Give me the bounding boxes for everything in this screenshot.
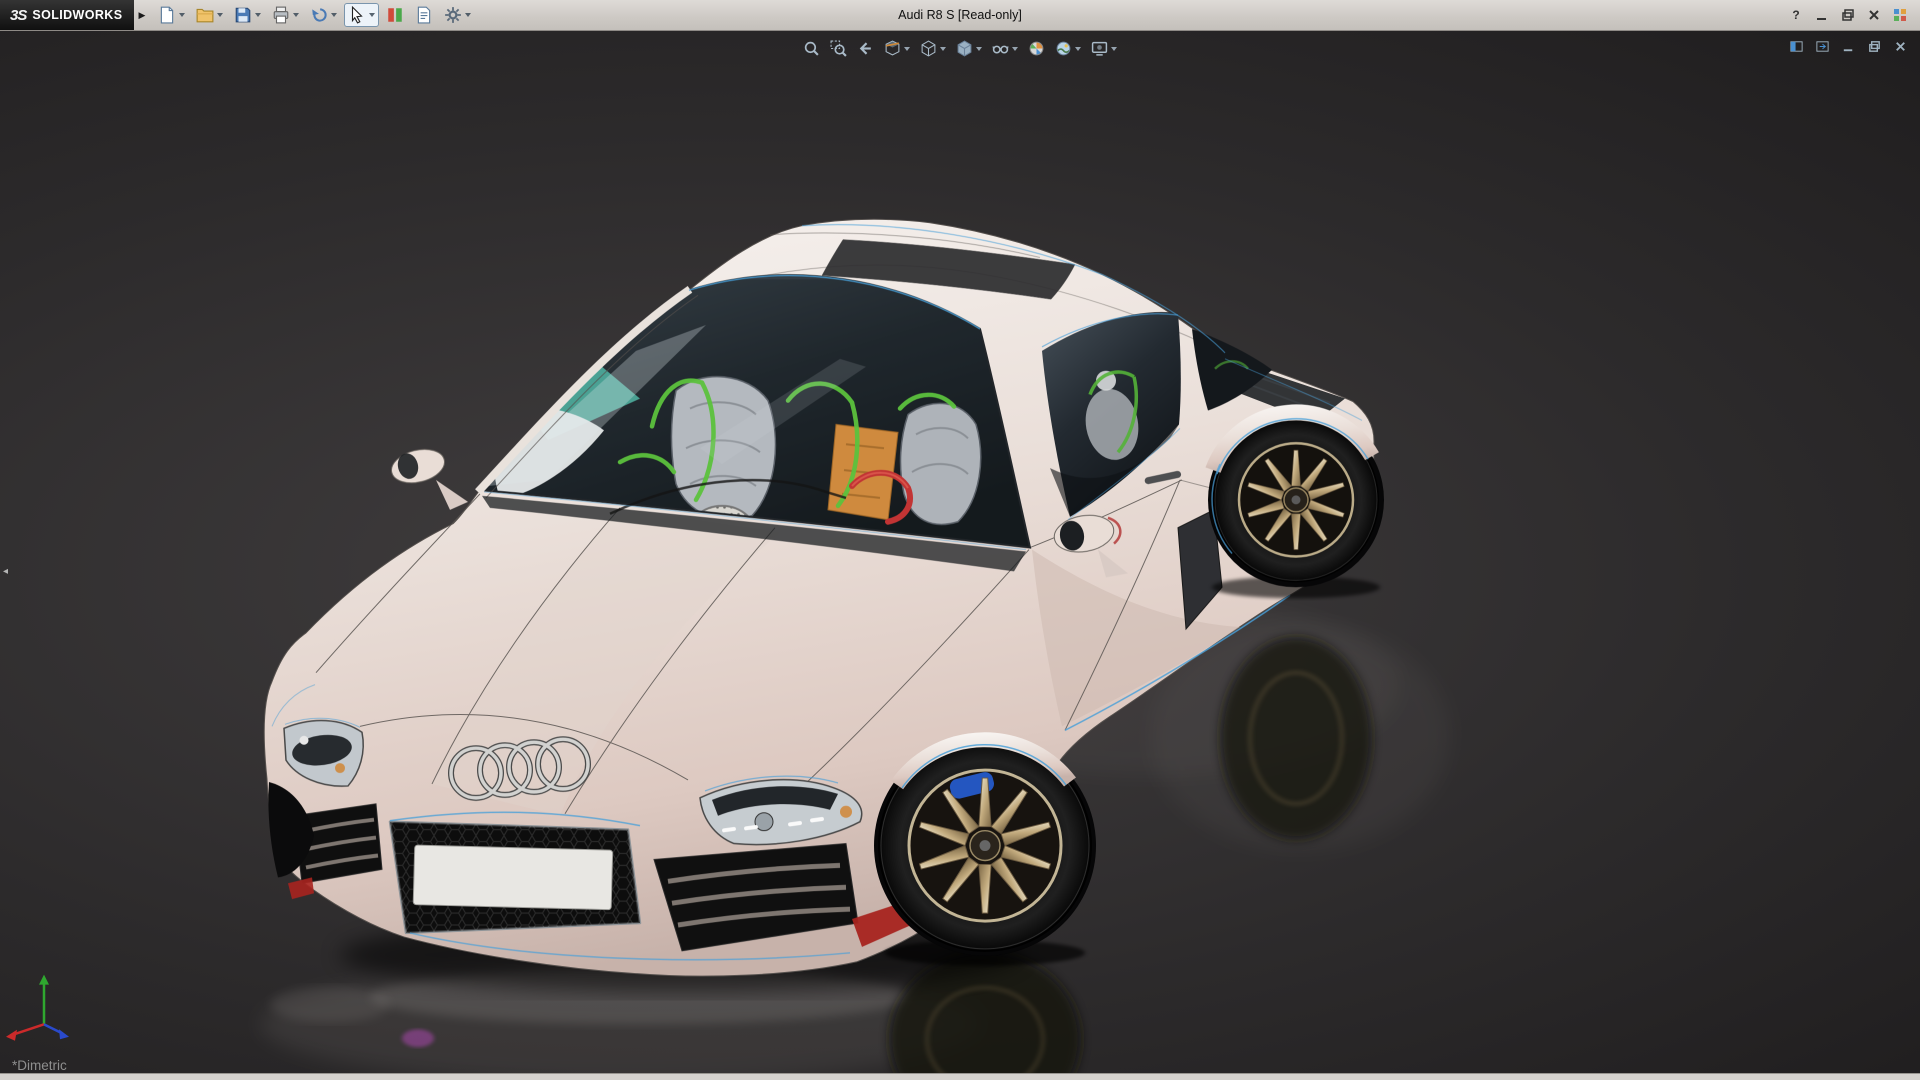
win-min-icon bbox=[1814, 7, 1830, 23]
brand-name: SOLIDWORKS bbox=[32, 8, 122, 22]
save-button[interactable] bbox=[230, 3, 265, 27]
document-window-controls bbox=[1785, 36, 1912, 57]
win-restore-icon bbox=[1840, 7, 1856, 23]
display-style-icon bbox=[956, 40, 973, 57]
side-mirror-left[interactable] bbox=[388, 444, 468, 510]
print-icon bbox=[272, 6, 290, 24]
resources-button[interactable] bbox=[1888, 4, 1912, 26]
dropdown-arrow-icon[interactable] bbox=[331, 13, 337, 17]
3d-viewport-scene[interactable] bbox=[0, 31, 1920, 1074]
display-style-button[interactable] bbox=[952, 37, 986, 60]
solidworks-logo: 3S SOLIDWORKS bbox=[0, 0, 134, 30]
view-settings-button[interactable] bbox=[1087, 37, 1121, 60]
expand-pane-button[interactable] bbox=[1811, 36, 1834, 57]
toolbar-flyout-arrow-icon[interactable]: ▶ bbox=[138, 10, 145, 21]
heads-up-view-toolbar bbox=[799, 37, 1121, 60]
help-button[interactable]: ? bbox=[1784, 4, 1808, 26]
options-gear-icon bbox=[444, 6, 462, 24]
chevron-left-icon: ◂ bbox=[3, 566, 8, 577]
hide-show-items-button[interactable] bbox=[988, 37, 1022, 60]
section-icon bbox=[884, 40, 901, 57]
print-button[interactable] bbox=[268, 3, 303, 27]
win-restore-icon bbox=[1867, 39, 1882, 54]
window-controls: ? bbox=[1784, 4, 1920, 26]
dropdown-arrow-icon[interactable] bbox=[293, 13, 299, 17]
triad-x-axis bbox=[6, 1030, 17, 1041]
zoom-to-area-button[interactable] bbox=[826, 37, 851, 60]
splitter-accent-left bbox=[288, 877, 314, 899]
prev-view-icon bbox=[857, 40, 874, 57]
show-pane-button[interactable] bbox=[1785, 36, 1808, 57]
view-orient-icon bbox=[920, 40, 937, 57]
minimize-document-button[interactable] bbox=[1837, 36, 1860, 57]
svg-text:?: ? bbox=[1792, 8, 1799, 22]
dropdown-arrow-icon[interactable] bbox=[1012, 47, 1018, 51]
dropdown-arrow-icon[interactable] bbox=[904, 47, 910, 51]
view-settings-icon bbox=[1091, 40, 1108, 57]
open-button[interactable] bbox=[192, 3, 227, 27]
dropdown-arrow-icon[interactable] bbox=[976, 47, 982, 51]
zoom-to-fit-button[interactable] bbox=[799, 37, 824, 60]
triad-z-axis bbox=[59, 1029, 69, 1039]
close-button[interactable] bbox=[1862, 4, 1886, 26]
file-properties-icon bbox=[415, 6, 433, 24]
rebuild-icon bbox=[386, 6, 404, 24]
apply-scene-button[interactable] bbox=[1051, 37, 1085, 60]
minimize-button[interactable] bbox=[1810, 4, 1834, 26]
status-bar bbox=[0, 1073, 1920, 1080]
license-plate bbox=[413, 845, 613, 910]
close-document-button[interactable] bbox=[1889, 36, 1912, 57]
new-button[interactable] bbox=[154, 3, 189, 27]
file-properties-button[interactable] bbox=[411, 3, 437, 27]
pane-restore-icon bbox=[1789, 39, 1804, 54]
dropdown-arrow-icon[interactable] bbox=[255, 13, 261, 17]
zoom-fit-icon bbox=[803, 40, 820, 57]
win-close-icon bbox=[1893, 39, 1908, 54]
view-orientation-button[interactable] bbox=[916, 37, 950, 60]
dropdown-arrow-icon[interactable] bbox=[369, 13, 375, 17]
dropdown-arrow-icon[interactable] bbox=[1111, 47, 1117, 51]
help-icon: ? bbox=[1788, 7, 1804, 23]
open-folder-icon bbox=[196, 6, 214, 24]
restore-down-button[interactable] bbox=[1836, 4, 1860, 26]
section-view-button[interactable] bbox=[880, 37, 914, 60]
edit-appearance-button[interactable] bbox=[1024, 37, 1049, 60]
titlebar: 3S SOLIDWORKS ▶ Audi R8 S [Read-only] ? bbox=[0, 0, 1920, 31]
pane-expand-icon bbox=[1815, 39, 1830, 54]
car-model[interactable] bbox=[264, 219, 1384, 992]
undo-button[interactable] bbox=[306, 3, 341, 27]
apply-scene-icon bbox=[1055, 40, 1072, 57]
edit-appearance-icon bbox=[1028, 40, 1045, 57]
new-doc-icon bbox=[158, 6, 176, 24]
front-grille[interactable] bbox=[390, 822, 640, 933]
view-orientation-label: *Dimetric bbox=[12, 1058, 67, 1073]
dropdown-arrow-icon[interactable] bbox=[217, 13, 223, 17]
save-floppy-icon bbox=[234, 6, 252, 24]
zoom-area-icon bbox=[830, 40, 847, 57]
dropdown-arrow-icon[interactable] bbox=[1075, 47, 1081, 51]
hide-show-icon bbox=[992, 40, 1009, 57]
dropdown-arrow-icon[interactable] bbox=[465, 13, 471, 17]
restore-document-button[interactable] bbox=[1863, 36, 1886, 57]
main-toolbar bbox=[148, 3, 481, 27]
apps-grid-icon bbox=[1892, 7, 1908, 23]
triad-y-axis bbox=[39, 975, 49, 985]
previous-view-button[interactable] bbox=[853, 37, 878, 60]
3ds-logo-icon: 3S bbox=[10, 7, 26, 24]
options-button[interactable] bbox=[440, 3, 475, 27]
dropdown-arrow-icon[interactable] bbox=[940, 47, 946, 51]
select-cursor-icon bbox=[348, 6, 366, 24]
pane-splitter-arrow[interactable]: ◂ bbox=[0, 558, 11, 584]
select-button[interactable] bbox=[344, 3, 379, 27]
rebuild-button[interactable] bbox=[382, 3, 408, 27]
graphics-viewport[interactable]: ◂ *Dimetric bbox=[0, 31, 1920, 1074]
win-min-icon bbox=[1841, 39, 1856, 54]
orientation-triad[interactable] bbox=[6, 975, 69, 1041]
undo-icon bbox=[310, 6, 328, 24]
win-close-icon bbox=[1866, 7, 1882, 23]
dropdown-arrow-icon[interactable] bbox=[179, 13, 185, 17]
